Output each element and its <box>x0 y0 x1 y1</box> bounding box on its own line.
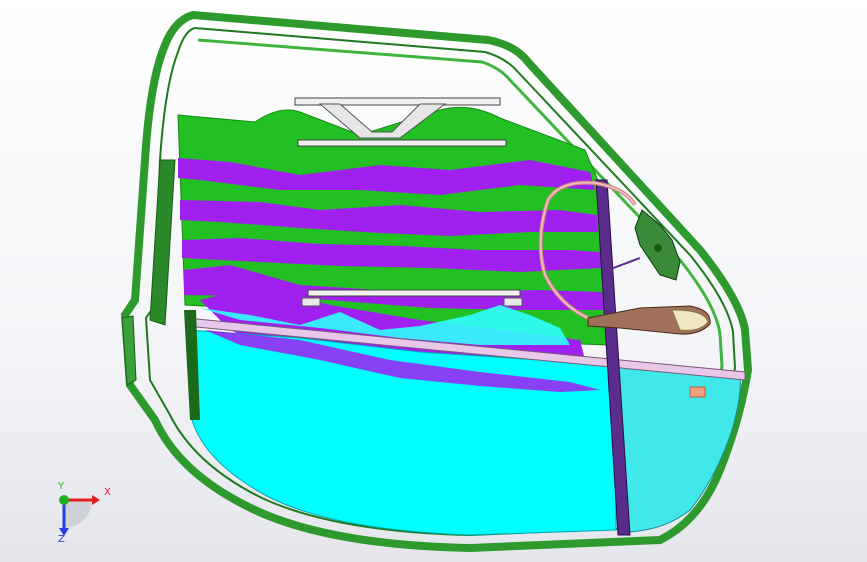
x-axis-head <box>92 495 100 505</box>
cad-viewport[interactable]: X Y Z <box>0 0 867 562</box>
door-assembly-model[interactable] <box>0 0 867 562</box>
y-axis-dot <box>59 495 69 505</box>
z-axis-label: Z <box>58 534 65 545</box>
glass-label-marker <box>689 386 706 398</box>
hinge-bracket <box>121 315 137 386</box>
y-axis-label: Y <box>58 481 65 492</box>
triad-shadow <box>64 500 92 528</box>
motor-bolt <box>654 244 662 252</box>
lower-clip-left <box>301 297 321 307</box>
x-axis-label: X <box>104 487 111 498</box>
door-glass-rear[interactable] <box>617 361 741 533</box>
lower-clip-right <box>503 297 523 307</box>
top-bracket-2 <box>297 139 507 147</box>
door-frame-side-post <box>149 159 176 326</box>
coordinate-triad: X Y Z <box>44 480 114 550</box>
lower-bracket <box>307 289 521 297</box>
